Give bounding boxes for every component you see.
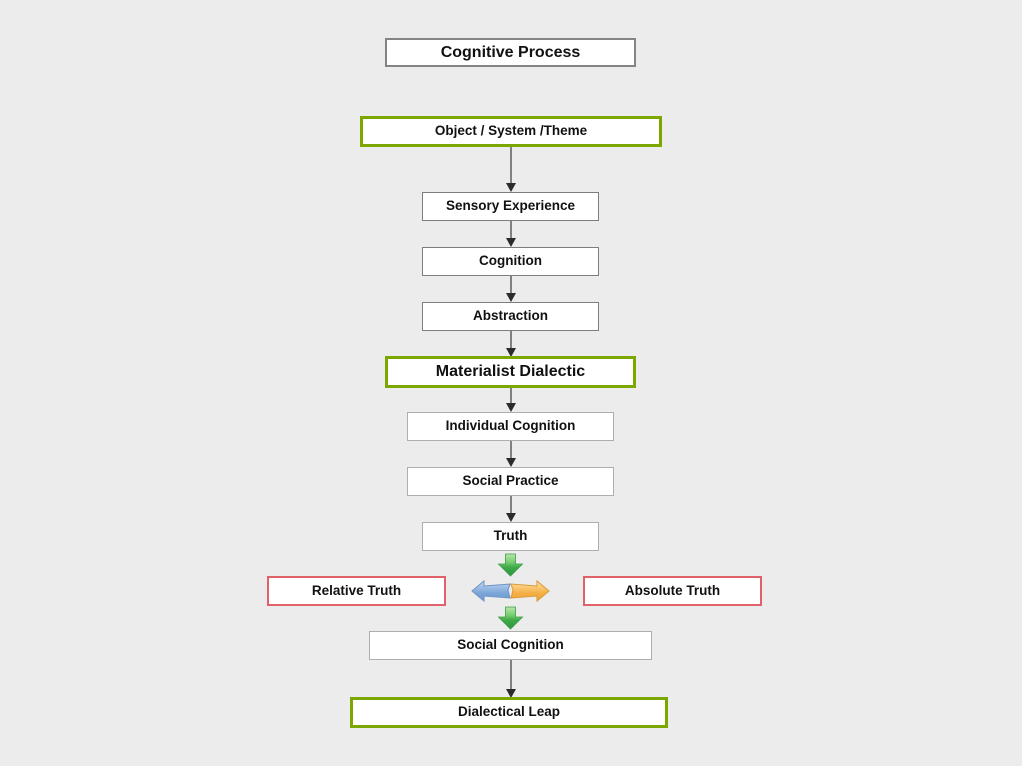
node-label: Absolute Truth [624,582,721,598]
flowchart-canvas: Cognitive Process Object / System /Theme… [0,0,1022,766]
node-label: Cognitive Process [440,43,581,61]
node-label: Individual Cognition [445,418,576,434]
green-down-arrow-icon-bottom [497,606,524,630]
node-truth[interactable]: Truth [422,522,599,551]
node-label: Truth [493,528,528,544]
connector-social-cognition-to-dialectical-leap [506,660,516,698]
node-label: Sensory Experience [445,198,576,214]
green-down-arrow-icon-top [497,553,524,577]
connector-social-practice-to-truth [506,496,516,522]
connector-object-to-sensory [506,147,516,192]
node-label: Cognition [479,253,542,269]
node-absolute-truth[interactable]: Absolute Truth [583,576,762,606]
bidirectional-arrow-pair [471,579,550,603]
node-abstraction[interactable]: Abstraction [422,302,599,331]
node-label: Social Practice [462,473,559,489]
connector-abstraction-to-materialist [506,331,516,357]
node-sensory-experience[interactable]: Sensory Experience [422,192,599,221]
blue-left-arrow-icon [471,579,511,603]
node-social-cognition[interactable]: Social Cognition [369,631,652,660]
node-social-practice[interactable]: Social Practice [407,467,614,496]
node-label: Abstraction [472,308,548,324]
connector-sensory-to-cognition [506,221,516,247]
node-label: Dialectical Leap [457,704,561,720]
node-label: Materialist Dialectic [435,363,586,381]
connector-materialist-to-individual [506,388,516,412]
orange-right-arrow-icon [510,579,550,603]
node-materialist-dialectic[interactable]: Materialist Dialectic [385,356,636,388]
node-dialectical-leap[interactable]: Dialectical Leap [350,697,668,728]
node-label: Relative Truth [311,582,402,598]
connector-cognition-to-abstraction [506,276,516,302]
node-cognitive-process[interactable]: Cognitive Process [385,38,636,67]
connector-individual-to-social-practice [506,441,516,467]
node-individual-cognition[interactable]: Individual Cognition [407,412,614,441]
node-cognition[interactable]: Cognition [422,247,599,276]
node-label: Social Cognition [457,637,564,653]
node-relative-truth[interactable]: Relative Truth [267,576,446,606]
node-label: Object / System /Theme [434,123,588,139]
node-object-system-theme[interactable]: Object / System /Theme [360,116,662,147]
